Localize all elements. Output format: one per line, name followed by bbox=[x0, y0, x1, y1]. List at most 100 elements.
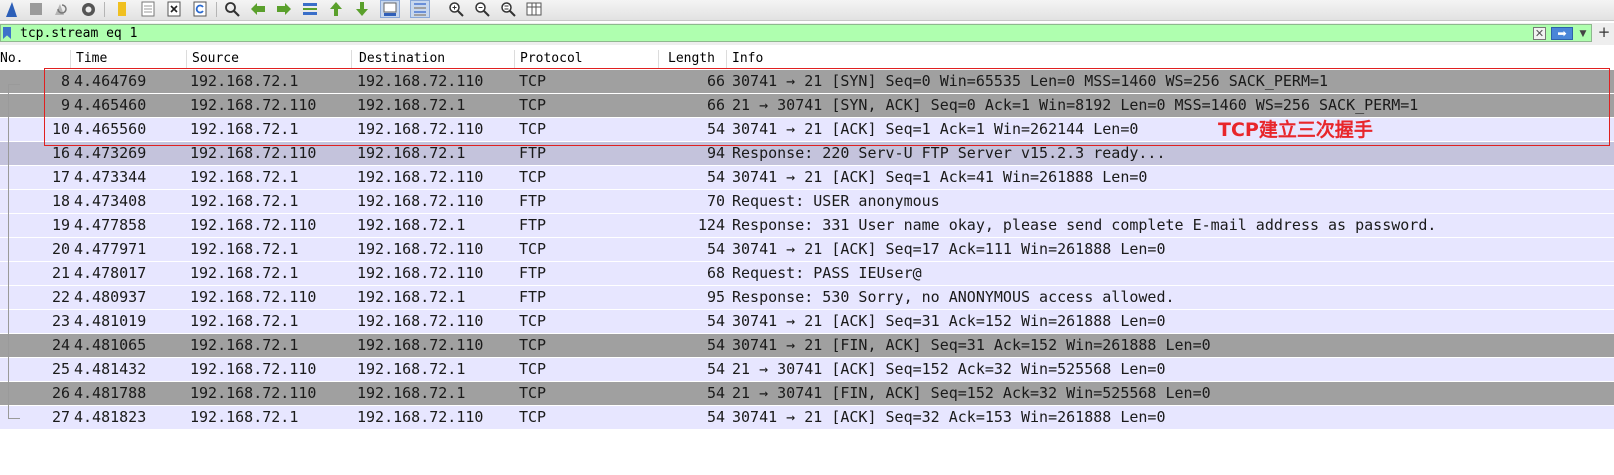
packet-source: 192.168.72.110 bbox=[190, 288, 317, 306]
packet-destination: 192.168.72.1 bbox=[357, 288, 466, 306]
packet-info: 30741 → 21 [ACK] Seq=1 Ack=41 Win=261888… bbox=[732, 168, 1148, 186]
packet-row[interactable]: 24 4.481065 192.168.72.1 192.168.72.110 TCP 5… bbox=[0, 334, 1614, 357]
handshake-highlight-box bbox=[44, 68, 1610, 146]
column-header-length[interactable]: Length bbox=[664, 50, 724, 68]
packet-list-header: No. Time Source Destination Protocol Len… bbox=[0, 50, 1614, 68]
packet-source: 192.168.72.1 bbox=[190, 408, 299, 426]
first-packet-icon[interactable] bbox=[326, 0, 346, 18]
conversation-bracket bbox=[8, 84, 9, 418]
packet-no: 19 bbox=[51, 216, 70, 234]
packet-info: Request: PASS IEUser@ bbox=[732, 264, 922, 282]
packet-source: 192.168.72.110 bbox=[190, 384, 317, 402]
autoscroll-icon[interactable] bbox=[380, 0, 400, 18]
packet-time: 4.477858 bbox=[74, 216, 147, 234]
packet-length: 95 bbox=[706, 288, 725, 306]
packet-protocol: TCP bbox=[519, 240, 547, 258]
filter-text[interactable]: tcp.stream eq 1 bbox=[20, 25, 137, 42]
packet-destination: 192.168.72.1 bbox=[357, 384, 466, 402]
packet-length: 54 bbox=[706, 360, 725, 378]
packet-row[interactable]: 26 4.481788 192.168.72.110 192.168.72.1 TCP 5… bbox=[0, 382, 1614, 405]
packet-source: 192.168.72.1 bbox=[190, 264, 299, 282]
restart-icon[interactable] bbox=[50, 0, 70, 18]
column-header-time[interactable]: Time bbox=[72, 50, 184, 68]
packet-no: 21 bbox=[51, 264, 70, 282]
column-header-protocol[interactable]: Protocol bbox=[516, 50, 656, 68]
clear-filter-icon[interactable]: ✕ bbox=[1533, 27, 1546, 40]
chevron-down-icon[interactable]: ▼ bbox=[1577, 26, 1589, 43]
stop-icon[interactable] bbox=[26, 0, 46, 18]
packet-source: 192.168.72.1 bbox=[190, 336, 299, 354]
go-forward-icon[interactable] bbox=[274, 0, 294, 18]
packet-row[interactable]: 23 4.481019 192.168.72.1 192.168.72.110 TCP 5… bbox=[0, 310, 1614, 333]
normal-size-icon[interactable] bbox=[498, 0, 518, 18]
last-packet-icon[interactable] bbox=[352, 0, 372, 18]
packet-row[interactable]: 17 4.473344 192.168.72.1 192.168.72.110 TCP 5… bbox=[0, 166, 1614, 189]
open-folder-icon[interactable] bbox=[112, 0, 132, 18]
packet-info: Response: 530 Sorry, no ANONYMOUS access… bbox=[732, 288, 1175, 306]
packet-row[interactable]: 20 4.477971 192.168.72.1 192.168.72.110 TCP 5… bbox=[0, 238, 1614, 261]
packet-time: 4.481019 bbox=[74, 312, 147, 330]
packet-row[interactable]: 22 4.480937 192.168.72.110 192.168.72.1 FTP 9… bbox=[0, 286, 1614, 309]
packet-destination: 192.168.72.1 bbox=[357, 216, 466, 234]
close-file-icon[interactable] bbox=[164, 0, 184, 18]
packet-no: 26 bbox=[51, 384, 70, 402]
reload-icon[interactable] bbox=[190, 0, 210, 18]
find-icon[interactable] bbox=[222, 0, 242, 18]
bookmark-icon[interactable] bbox=[3, 27, 11, 39]
display-filter-bar: tcp.stream eq 1 ✕ ➡ ▼ bbox=[0, 23, 1614, 45]
packet-info: 30741 → 21 [ACK] Seq=17 Ack=111 Win=2618… bbox=[732, 240, 1166, 258]
packet-length: 68 bbox=[706, 264, 725, 282]
packet-length: 54 bbox=[706, 240, 725, 258]
packet-row[interactable]: 27 4.481823 192.168.72.1 192.168.72.110 TCP 5… bbox=[0, 406, 1614, 429]
go-back-icon[interactable] bbox=[248, 0, 268, 18]
packet-length: 70 bbox=[706, 192, 725, 210]
shark-fin-icon[interactable] bbox=[2, 0, 22, 18]
conversation-bracket-bottom bbox=[8, 418, 20, 419]
packet-row[interactable]: 25 4.481432 192.168.72.110 192.168.72.1 TCP 5… bbox=[0, 358, 1614, 381]
packet-no: 22 bbox=[51, 288, 70, 306]
packet-time: 4.473408 bbox=[74, 192, 147, 210]
packet-source: 192.168.72.1 bbox=[190, 312, 299, 330]
packet-time: 4.480937 bbox=[74, 288, 147, 306]
zoom-in-icon[interactable] bbox=[446, 0, 466, 18]
packet-row[interactable]: 19 4.477858 192.168.72.110 192.168.72.1 FTP 1… bbox=[0, 214, 1614, 237]
packet-protocol: TCP bbox=[519, 384, 547, 402]
colorize-icon[interactable] bbox=[410, 0, 430, 18]
column-header-info[interactable]: Info bbox=[728, 50, 1608, 68]
column-header-destination[interactable]: Destination bbox=[355, 50, 510, 68]
packet-time: 4.481065 bbox=[74, 336, 147, 354]
packet-destination: 192.168.72.110 bbox=[357, 168, 484, 186]
packet-no: 24 bbox=[51, 336, 70, 354]
save-icon[interactable] bbox=[138, 0, 158, 18]
packet-time: 4.481432 bbox=[74, 360, 147, 378]
resize-columns-icon[interactable] bbox=[524, 0, 544, 18]
packet-info: 21 → 30741 [ACK] Seq=152 Ack=32 Win=5255… bbox=[732, 360, 1166, 378]
packet-time: 4.481823 bbox=[74, 408, 147, 426]
apply-filter-icon[interactable]: ➡ bbox=[1551, 27, 1573, 40]
packet-destination: 192.168.72.110 bbox=[357, 240, 484, 258]
capture-options-icon[interactable] bbox=[78, 0, 98, 18]
packet-length: 54 bbox=[706, 312, 725, 330]
packet-destination: 192.168.72.110 bbox=[357, 264, 484, 282]
packet-info: Request: USER anonymous bbox=[732, 192, 940, 210]
add-filter-button-icon[interactable]: + bbox=[1597, 22, 1611, 42]
packet-destination: 192.168.72.1 bbox=[357, 360, 466, 378]
packet-time: 4.478017 bbox=[74, 264, 147, 282]
packet-time: 4.481788 bbox=[74, 384, 147, 402]
packet-length: 54 bbox=[706, 408, 725, 426]
zoom-out-icon[interactable] bbox=[472, 0, 492, 18]
packet-protocol: FTP bbox=[519, 264, 547, 282]
column-header-no[interactable]: No. bbox=[0, 50, 66, 68]
packet-row[interactable]: 21 4.478017 192.168.72.1 192.168.72.110 FTP 6… bbox=[0, 262, 1614, 285]
go-to-packet-icon[interactable] bbox=[300, 0, 320, 18]
display-filter-input[interactable]: tcp.stream eq 1 ✕ ➡ ▼ bbox=[0, 24, 1592, 42]
column-header-source[interactable]: Source bbox=[188, 50, 348, 68]
packet-no: 18 bbox=[51, 192, 70, 210]
packet-row[interactable]: 18 4.473408 192.168.72.1 192.168.72.110 FTP 7… bbox=[0, 190, 1614, 213]
packet-destination: 192.168.72.110 bbox=[357, 336, 484, 354]
packet-info: 30741 → 21 [ACK] Seq=32 Ack=153 Win=2618… bbox=[732, 408, 1166, 426]
packet-protocol: TCP bbox=[519, 168, 547, 186]
packet-time: 4.473344 bbox=[74, 168, 147, 186]
packet-info: 30741 → 21 [ACK] Seq=31 Ack=152 Win=2618… bbox=[732, 312, 1166, 330]
packet-protocol: FTP bbox=[519, 192, 547, 210]
